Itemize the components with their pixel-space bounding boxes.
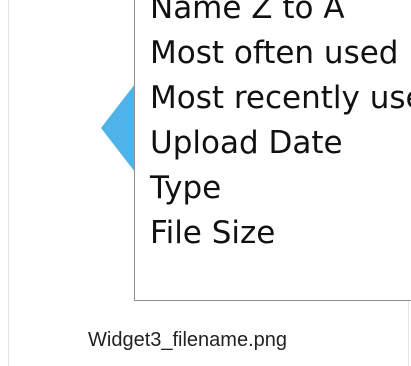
- sort-option-type[interactable]: Type: [150, 166, 411, 211]
- sort-option-upload-date[interactable]: Upload Date: [150, 121, 411, 166]
- sort-option-name-z-to-a[interactable]: Name Z to A: [150, 0, 411, 31]
- popover-pointer: [101, 84, 135, 172]
- filename-caption: Widget3_filename.png: [88, 329, 288, 351]
- widget-screen: Name Z to A Most often used Most recentl…: [0, 0, 411, 366]
- sort-option-most-often-used[interactable]: Most often used: [150, 31, 411, 76]
- sort-option-file-size[interactable]: File Size: [150, 211, 411, 256]
- left-divider: [8, 0, 9, 366]
- sort-menu-list: Name Z to A Most often used Most recentl…: [150, 0, 411, 256]
- sort-option-most-recently-used[interactable]: Most recently used: [150, 76, 411, 121]
